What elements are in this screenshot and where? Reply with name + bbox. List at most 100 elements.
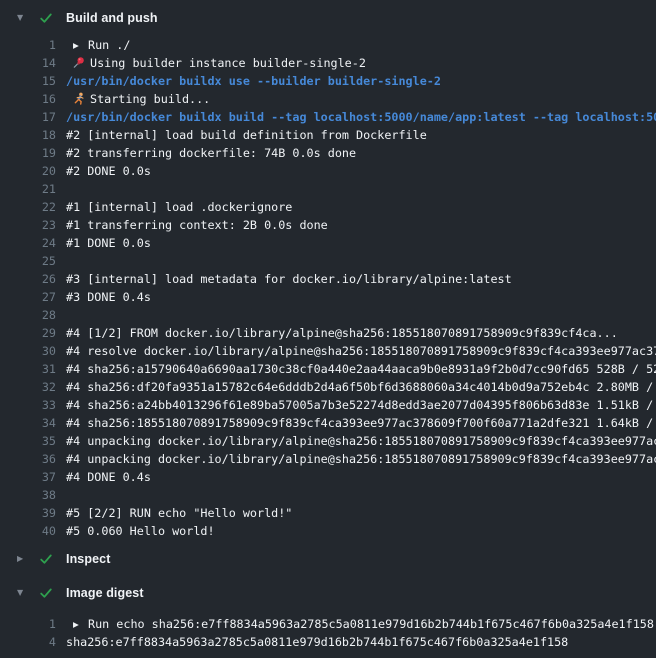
line-number[interactable]: 40 bbox=[0, 524, 56, 538]
log-text: #4 sha256:a15790640a6690aa1730c38cf0a440… bbox=[66, 362, 656, 376]
log-line: 22 #1 [internal] load .dockerignore bbox=[0, 198, 656, 216]
log-text: #4 sha256:a24bb4013296f61e89ba57005a7b3e… bbox=[66, 398, 656, 412]
line-number[interactable]: 28 bbox=[0, 308, 56, 322]
line-number[interactable]: 39 bbox=[0, 506, 56, 520]
section-header-build-and-push[interactable]: Build and push bbox=[0, 8, 656, 28]
expand-arrow-icon[interactable] bbox=[66, 41, 88, 50]
log-text: #4 sha256:185518070891758909c9f839cf4ca3… bbox=[66, 416, 656, 430]
log-line: 26 #3 [internal] load metadata for docker… bbox=[0, 270, 656, 288]
line-number[interactable]: 26 bbox=[0, 272, 56, 286]
log-text: #4 [1/2] FROM docker.io/library/alpine@s… bbox=[66, 326, 656, 340]
log-text: sha256:e7ff8834a5963a2785c5a0811e979d16b… bbox=[66, 635, 656, 649]
log-text: #1 [internal] load .dockerignore bbox=[66, 200, 656, 214]
log-line: 39 #5 [2/2] RUN echo "Hello world!" bbox=[0, 504, 656, 522]
log-text: #4 DONE 0.4s bbox=[66, 470, 656, 484]
line-number[interactable]: 35 bbox=[0, 434, 56, 448]
log-line: 1 Run echo sha256:e7ff8834a5963a2785c5a08… bbox=[0, 615, 656, 633]
log-text: #4 unpacking docker.io/library/alpine@sh… bbox=[66, 434, 656, 448]
log-text: #3 DONE 0.4s bbox=[66, 290, 656, 304]
runner-icon bbox=[72, 92, 85, 105]
log-text: Run echo sha256:e7ff8834a5963a2785c5a081… bbox=[66, 617, 656, 631]
chevron-right-icon[interactable] bbox=[17, 555, 27, 563]
log-text: #2 transferring dockerfile: 74B 0.0s don… bbox=[66, 146, 656, 160]
log-text: Using builder instance builder-single-2 bbox=[66, 56, 656, 70]
section-title: Image digest bbox=[66, 586, 144, 600]
log-line: 1 Run ./ bbox=[0, 36, 656, 54]
success-check-icon bbox=[39, 552, 53, 566]
line-number[interactable]: 23 bbox=[0, 218, 56, 232]
line-number[interactable]: 1 bbox=[0, 38, 56, 52]
log-line: 36 #4 unpacking docker.io/library/alpine@… bbox=[0, 450, 656, 468]
chevron-down-icon[interactable] bbox=[17, 589, 27, 597]
line-number[interactable]: 32 bbox=[0, 380, 56, 394]
line-number[interactable]: 33 bbox=[0, 398, 56, 412]
log-line: 17/usr/bin/docker buildx build --tag loc… bbox=[0, 108, 656, 126]
log-line: 20 #2 DONE 0.0s bbox=[0, 162, 656, 180]
log-line: 29 #4 [1/2] FROM docker.io/library/alpine… bbox=[0, 324, 656, 342]
log-line: 34 #4 sha256:185518070891758909c9f839cf4c… bbox=[0, 414, 656, 432]
section-header-inspect[interactable]: Inspect bbox=[0, 549, 656, 569]
pushpin-icon bbox=[72, 56, 85, 69]
section-inspect: Inspect bbox=[0, 549, 656, 569]
log-text: /usr/bin/docker buildx build --tag local… bbox=[66, 110, 656, 124]
line-number[interactable]: 36 bbox=[0, 452, 56, 466]
log-text: #5 0.060 Hello world! bbox=[66, 524, 656, 538]
chevron-down-icon[interactable] bbox=[17, 14, 27, 22]
line-number[interactable]: 34 bbox=[0, 416, 56, 430]
line-number[interactable]: 25 bbox=[0, 254, 56, 268]
log-text bbox=[66, 308, 656, 322]
log-line: 19 #2 transferring dockerfile: 74B 0.0s d… bbox=[0, 144, 656, 162]
line-number[interactable]: 24 bbox=[0, 236, 56, 250]
log-text: #2 DONE 0.0s bbox=[66, 164, 656, 178]
log-text: Starting build... bbox=[66, 92, 656, 106]
line-number[interactable]: 37 bbox=[0, 470, 56, 484]
log-line: 31 #4 sha256:a15790640a6690aa1730c38cf0a4… bbox=[0, 360, 656, 378]
line-number[interactable]: 16 bbox=[0, 92, 56, 106]
section-header-image-digest[interactable]: Image digest bbox=[0, 583, 656, 603]
log-line: 38 bbox=[0, 486, 656, 504]
line-number[interactable]: 17 bbox=[0, 110, 56, 124]
line-number[interactable]: 21 bbox=[0, 182, 56, 196]
log-text: #4 resolve docker.io/library/alpine@sha2… bbox=[66, 344, 656, 358]
line-number[interactable]: 18 bbox=[0, 128, 56, 142]
section-title: Inspect bbox=[66, 552, 110, 566]
line-number[interactable]: 14 bbox=[0, 56, 56, 70]
expand-arrow-icon[interactable] bbox=[66, 620, 88, 629]
line-number[interactable]: 29 bbox=[0, 326, 56, 340]
log-text: /usr/bin/docker buildx use --builder bui… bbox=[66, 74, 656, 88]
log-line: 27 #3 DONE 0.4s bbox=[0, 288, 656, 306]
log-line: 37 #4 DONE 0.4s bbox=[0, 468, 656, 486]
log-text: #2 [internal] load build definition from… bbox=[66, 128, 656, 142]
section-build-and-push: Build and push 1 Run ./ 14 Using builder in… bbox=[0, 8, 656, 540]
section-title: Build and push bbox=[66, 11, 158, 25]
log-line: 16 Starting build... bbox=[0, 90, 656, 108]
line-number[interactable]: 22 bbox=[0, 200, 56, 214]
log-text: #1 DONE 0.0s bbox=[66, 236, 656, 250]
log-line: 30 #4 resolve docker.io/library/alpine@sh… bbox=[0, 342, 656, 360]
log-text bbox=[66, 254, 656, 268]
log-line: 40 #5 0.060 Hello world! bbox=[0, 522, 656, 540]
log-line: 33 #4 sha256:a24bb4013296f61e89ba57005a7b… bbox=[0, 396, 656, 414]
log-line: 21 bbox=[0, 180, 656, 198]
line-number[interactable]: 15 bbox=[0, 74, 56, 88]
line-number[interactable]: 4 bbox=[0, 635, 56, 649]
log-text: #5 [2/2] RUN echo "Hello world!" bbox=[66, 506, 656, 520]
log-line: 35 #4 unpacking docker.io/library/alpine@… bbox=[0, 432, 656, 450]
log-text: #4 unpacking docker.io/library/alpine@sh… bbox=[66, 452, 656, 466]
log-line: 23#1 transferring context: 2B 0.0s done bbox=[0, 216, 656, 234]
section-image-digest: Image digest 1 Run echo sha256:e7ff8834a5… bbox=[0, 583, 656, 651]
line-number[interactable]: 38 bbox=[0, 488, 56, 502]
line-number[interactable]: 1 bbox=[0, 617, 56, 631]
line-number[interactable]: 30 bbox=[0, 344, 56, 358]
log-text: #4 sha256:df20fa9351a15782c64e6dddb2d4a6… bbox=[66, 380, 656, 394]
log-lines-build-and-push: 1 Run ./ 14 Using builder instance builder-… bbox=[0, 36, 656, 540]
log-text: Run ./ bbox=[66, 38, 656, 52]
line-number[interactable]: 20 bbox=[0, 164, 56, 178]
line-number[interactable]: 31 bbox=[0, 362, 56, 376]
log-text: #3 [internal] load metadata for docker.i… bbox=[66, 272, 656, 286]
success-check-icon bbox=[39, 11, 53, 25]
line-number[interactable]: 19 bbox=[0, 146, 56, 160]
log-line: 18 #2 [internal] load build definition fr… bbox=[0, 126, 656, 144]
log-lines-image-digest: 1 Run echo sha256:e7ff8834a5963a2785c5a08… bbox=[0, 615, 656, 651]
line-number[interactable]: 27 bbox=[0, 290, 56, 304]
